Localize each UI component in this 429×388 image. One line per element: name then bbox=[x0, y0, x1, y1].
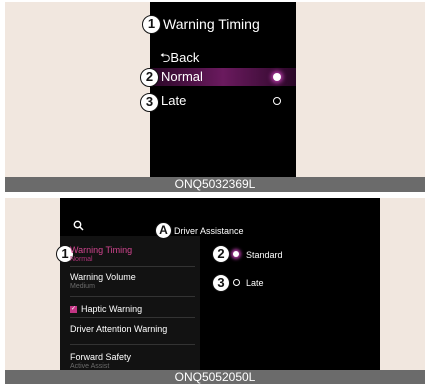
radio-unselected-icon[interactable] bbox=[273, 97, 281, 105]
screen-title: Warning Timing bbox=[163, 16, 260, 32]
menu-item-warning-volume[interactable]: Warning Volume Medium bbox=[70, 272, 136, 290]
panel-warning-timing: 1 Warning Timing ⮌Back 2 Normal 3 Late O… bbox=[5, 2, 425, 192]
menu-item-title: Haptic Warning bbox=[81, 304, 143, 314]
menu-item-value: Normal bbox=[70, 256, 93, 263]
radio-selected-icon[interactable] bbox=[233, 251, 239, 257]
menu-item-forward-safety[interactable]: Forward Safety Active Assist bbox=[70, 352, 131, 370]
divider bbox=[70, 296, 195, 297]
callout-2: 2 bbox=[140, 68, 159, 87]
menu-item-title: Warning Timing bbox=[70, 245, 133, 255]
divider bbox=[70, 266, 195, 267]
figure-caption: ONQ5032369L bbox=[5, 177, 425, 192]
menu-item-title: Forward Safety bbox=[70, 352, 132, 362]
callout-2: 2 bbox=[212, 245, 230, 263]
menu-item-haptic-warning[interactable]: ✓ Haptic Warning bbox=[70, 304, 142, 314]
callout-1: 1 bbox=[142, 15, 161, 34]
checkbox-checked-icon[interactable]: ✓ bbox=[70, 305, 77, 313]
option-label-normal: Normal bbox=[161, 69, 203, 84]
back-label: Back bbox=[170, 50, 200, 65]
option-label-standard[interactable]: Standard bbox=[246, 250, 283, 260]
callout-A: A bbox=[155, 222, 172, 239]
divider bbox=[70, 317, 195, 318]
panel-driver-assistance: A Driver Assistance 1 Warning Timing Nor… bbox=[5, 198, 425, 384]
divider bbox=[70, 344, 195, 345]
menu-item-value: Active Assist bbox=[70, 363, 110, 370]
menu-item-warning-timing[interactable]: Warning Timing Normal bbox=[70, 245, 132, 263]
figure-caption: ONQ5052050L bbox=[5, 370, 425, 384]
menu-item-title: Driver Attention Warning bbox=[70, 324, 168, 334]
search-icon[interactable] bbox=[73, 220, 84, 234]
callout-3: 3 bbox=[140, 93, 159, 112]
option-label-late[interactable]: Late bbox=[246, 278, 264, 288]
menu-item-title: Warning Volume bbox=[70, 272, 136, 282]
option-label-late: Late bbox=[161, 93, 187, 108]
callout-3: 3 bbox=[212, 274, 230, 292]
screen-title: Driver Assistance bbox=[174, 226, 244, 236]
radio-unselected-icon[interactable] bbox=[233, 279, 240, 286]
radio-selected-icon[interactable] bbox=[273, 73, 281, 81]
menu-item-driver-attention-warning[interactable]: Driver Attention Warning bbox=[70, 324, 167, 334]
back-arrow-icon: ⮌ bbox=[160, 50, 171, 65]
menu-item-value: Medium bbox=[70, 283, 95, 290]
